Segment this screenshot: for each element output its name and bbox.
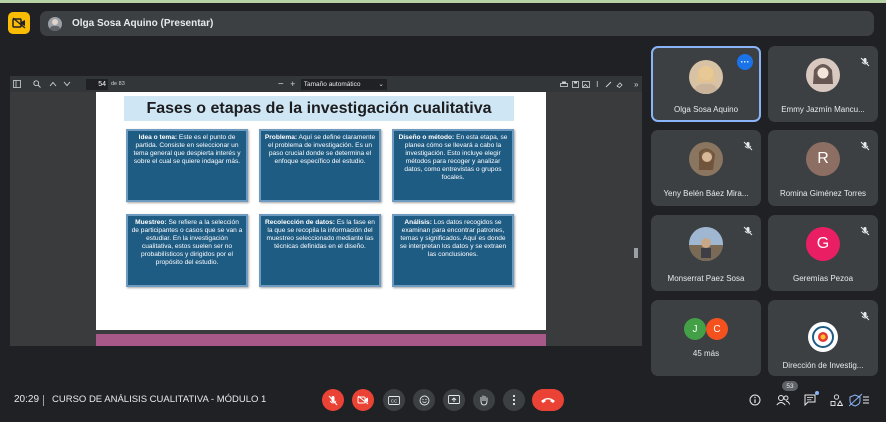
presentation-slide: Fases o etapas de la investigación cuali…	[96, 92, 546, 330]
top-accent-bar	[0, 0, 886, 3]
phase-card: Problema: Aquí se define claramente el p…	[259, 129, 381, 202]
more-options-icon[interactable]: ···	[737, 54, 753, 70]
page-total: de 83	[111, 81, 125, 87]
mic-off-icon	[860, 54, 870, 67]
participant-tile[interactable]: ··· Olga Sosa Aquino	[651, 46, 761, 122]
participant-name: Monserrat Paez Sosa	[667, 274, 745, 283]
participant-tile[interactable]: Dirección de Investig...	[768, 300, 878, 376]
zoom-select[interactable]: Tamaño automático ⌄	[300, 78, 387, 90]
presenter-bar[interactable]: Olga Sosa Aquino (Presentar)	[40, 11, 874, 36]
present-screen-button[interactable]	[443, 389, 465, 411]
more-tools-icon[interactable]: »	[631, 76, 642, 92]
next-page-icon[interactable]	[60, 76, 74, 92]
pdf-toolbar: 54 de 83 − + Tamaño automático ⌄ I »	[10, 76, 642, 92]
activities-icon[interactable]	[829, 393, 843, 407]
participant-tile[interactable]: Emmy Jazmín Mancu...	[768, 46, 878, 122]
participant-tile[interactable]: Monserrat Paez Sosa	[651, 215, 761, 291]
zoom-out-icon[interactable]: −	[275, 76, 287, 92]
image-icon[interactable]	[581, 76, 592, 92]
mic-off-icon	[860, 223, 870, 236]
avatar	[689, 142, 723, 176]
meeting-title: CURSO DE ANÁLISIS CUALITATIVA - MÓDULO 1	[52, 394, 267, 405]
meet-logo-icon	[8, 12, 30, 34]
avatar: R	[806, 142, 840, 176]
mic-off-icon	[743, 138, 753, 151]
shared-screen: 54 de 83 − + Tamaño automático ⌄ I » Fase…	[10, 76, 642, 346]
avatar	[689, 60, 723, 94]
participant-tile[interactable]: Yeny Belén Báez Mira...	[651, 130, 761, 206]
captions-button[interactable]: CC	[383, 389, 405, 411]
participant-name: Yeny Belén Báez Mira...	[663, 189, 749, 198]
search-icon[interactable]	[28, 76, 46, 92]
avatar	[689, 227, 723, 261]
divider	[43, 395, 44, 406]
participant-name: Emmy Jazmín Mancu...	[781, 105, 865, 114]
more-participants-tile[interactable]: J C 45 más	[651, 300, 761, 376]
chat-icon[interactable]	[803, 393, 817, 407]
raise-hand-button[interactable]	[473, 389, 495, 411]
phase-card: Diseño o método: En esta etapa, se plane…	[392, 129, 514, 202]
meeting-info-icon[interactable]	[748, 393, 762, 407]
presenter-avatar	[48, 16, 62, 31]
sidebar-toggle-icon[interactable]	[10, 76, 24, 92]
bottom-control-bar: 20:29 CURSO DE ANÁLISIS CUALITATIVA - MÓ…	[0, 380, 886, 422]
participant-name: Dirección de Investig...	[782, 361, 864, 370]
prev-page-icon[interactable]	[46, 76, 60, 92]
avatar: J	[684, 318, 706, 340]
camera-toggle-button[interactable]	[352, 389, 374, 411]
text-cursor-icon[interactable]: I	[592, 76, 603, 92]
participant-tile[interactable]: G Geremías Pezoa	[768, 215, 878, 291]
mic-off-icon	[860, 138, 870, 151]
more-options-button[interactable]	[503, 389, 525, 411]
participant-name: Romina Giménez Torres	[779, 189, 867, 198]
slide-title-box: Fases o etapas de la investigación cuali…	[124, 96, 514, 121]
print-icon[interactable]	[559, 76, 570, 92]
avatar	[806, 58, 840, 92]
clock: 20:29	[14, 394, 40, 405]
next-slide-preview	[96, 334, 546, 346]
avatar: C	[706, 318, 728, 340]
leave-call-button[interactable]	[532, 389, 564, 411]
draw-icon[interactable]	[603, 76, 614, 92]
host-controls-icon[interactable]	[849, 393, 871, 407]
svg-text:CC: CC	[391, 398, 398, 403]
participant-count-badge: 53	[782, 381, 798, 391]
zoom-in-icon[interactable]: +	[287, 76, 299, 92]
people-icon[interactable]	[776, 393, 790, 407]
presenter-label: Olga Sosa Aquino (Presentar)	[72, 18, 214, 29]
mic-off-icon	[860, 308, 870, 321]
mic-toggle-button[interactable]	[322, 389, 344, 411]
reactions-button[interactable]	[413, 389, 435, 411]
avatar: G	[806, 227, 840, 261]
notification-dot	[815, 391, 819, 395]
eraser-icon[interactable]	[614, 76, 625, 92]
participant-name: Olga Sosa Aquino	[673, 105, 739, 114]
phase-card: Idea o tema: Este es el punto de partida…	[126, 129, 248, 202]
mic-off-icon	[743, 223, 753, 236]
slide-title: Fases o etapas de la investigación cuali…	[146, 99, 492, 117]
participant-name: Geremías Pezoa	[792, 274, 854, 283]
phase-card: Análisis: Los datos recogidos se examina…	[392, 214, 514, 287]
pdf-scrollbar[interactable]	[634, 248, 638, 258]
phase-card: Muestreo: Se refiere a la selección de p…	[126, 214, 248, 287]
institution-logo-icon	[808, 322, 838, 352]
save-icon[interactable]	[570, 76, 581, 92]
page-number-input[interactable]: 54	[86, 78, 108, 90]
more-participants-label: 45 más	[692, 349, 720, 358]
phase-card: Recolección de datos: Es la fase en la q…	[259, 214, 381, 287]
participant-tile[interactable]: R Romina Giménez Torres	[768, 130, 878, 206]
